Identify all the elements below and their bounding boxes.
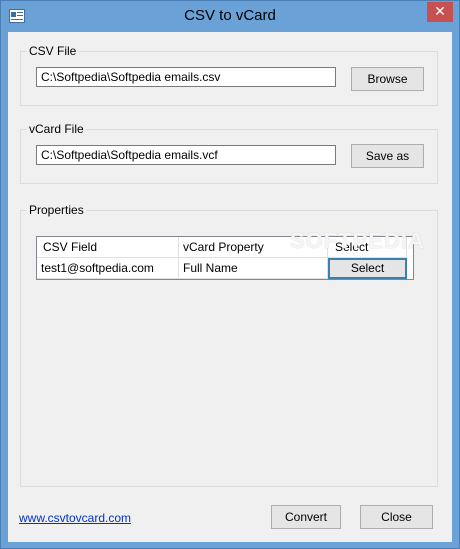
table-row[interactable]: test1@softpedia.com Full Name Select [37, 258, 413, 279]
browse-button[interactable]: Browse [351, 67, 424, 91]
website-link[interactable]: www.csvtovcard.com [19, 511, 131, 525]
vcard-path-field[interactable]: C:\Softpedia\Softpedia emails.vcf [36, 145, 336, 165]
column-header-select[interactable]: Select [328, 237, 407, 258]
client-area: CSV File C:\Softpedia\Softpedia emails.c… [8, 32, 452, 542]
cell-vcard-property[interactable]: Full Name [179, 258, 328, 279]
csv-path-field[interactable]: C:\Softpedia\Softpedia emails.csv [36, 67, 336, 87]
convert-button[interactable]: Convert [271, 505, 341, 529]
close-window-button[interactable]: ✕ [427, 2, 453, 22]
grid-header-row: CSV Field vCard Property Select [37, 237, 413, 258]
column-header-csv-field[interactable]: CSV Field [37, 237, 179, 258]
select-button[interactable]: Select [328, 258, 407, 279]
properties-grid: CSV Field vCard Property Select test1@so… [36, 236, 414, 280]
app-window: CSV to vCard ✕ CSV File C:\Softpedia\Sof… [0, 0, 460, 549]
title-bar: CSV to vCard ✕ [1, 1, 459, 32]
properties-group-label: Properties [27, 203, 86, 217]
cell-csv-field[interactable]: test1@softpedia.com [37, 258, 179, 279]
save-as-button[interactable]: Save as [351, 144, 424, 168]
vcard-file-group-label: vCard File [27, 122, 86, 136]
window-title: CSV to vCard [184, 7, 276, 24]
column-header-vcard-property[interactable]: vCard Property [179, 237, 328, 258]
close-icon: ✕ [434, 3, 446, 19]
close-button[interactable]: Close [360, 505, 433, 529]
csv-file-group-label: CSV File [27, 44, 79, 58]
